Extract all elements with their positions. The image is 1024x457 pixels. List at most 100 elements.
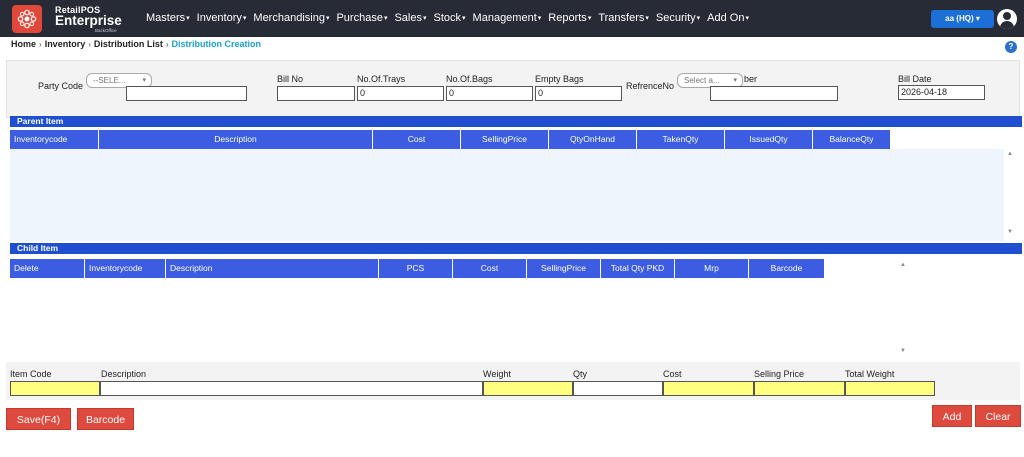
breadcrumb-distribution-list[interactable]: Distribution List (94, 39, 163, 49)
qty-input[interactable] (573, 381, 663, 396)
chevron-down-icon: ▾ (537, 15, 542, 22)
selling-price-label: Selling Price (754, 369, 805, 379)
menu-purchase[interactable]: Purchase▾ (336, 12, 387, 24)
menu-transfers[interactable]: Transfers▾ (598, 12, 649, 24)
column-header[interactable]: Cost (453, 259, 527, 278)
reference-no-input[interactable] (710, 86, 838, 101)
qty-label: Qty (573, 369, 588, 379)
party-code-label: Party Code (38, 81, 84, 91)
parent-item-grid-body (10, 149, 1004, 241)
weight-label: Weight (483, 369, 511, 379)
column-header[interactable]: Barcode (749, 259, 825, 278)
menu-label: Management (472, 12, 537, 24)
column-header[interactable]: SellingPrice (461, 130, 549, 149)
menu-label: Inventory (196, 12, 242, 24)
breadcrumb-current: Distribution Creation (171, 39, 262, 49)
total-weight-input[interactable] (845, 381, 935, 396)
menu-label: Transfers (598, 12, 645, 24)
menu-masters[interactable]: Masters▾ (146, 12, 190, 24)
main-menu: Masters▾ Inventory▾ Merchandising▾ Purch… (146, 12, 756, 24)
bags-label: No.Of.Bags (446, 74, 493, 84)
cost-input[interactable] (663, 381, 754, 396)
column-header[interactable]: Cost (373, 130, 461, 149)
chevron-down-icon: ▾ (696, 15, 701, 22)
chevron-right-icon: › (39, 39, 42, 49)
weight-input[interactable] (483, 381, 573, 396)
breadcrumb-home[interactable]: Home (11, 39, 36, 49)
bill-no-label: Bill No (277, 74, 304, 84)
help-icon[interactable]: ? (1005, 41, 1017, 53)
menu-label: Masters (146, 12, 186, 24)
parent-item-grid-header: Inventorycode Description Cost SellingPr… (10, 130, 891, 149)
column-header[interactable]: Delete (10, 259, 85, 278)
selling-price-input[interactable] (754, 381, 845, 396)
menu-inventory[interactable]: Inventory▾ (197, 12, 247, 24)
empty-bags-input[interactable]: 0 (535, 86, 622, 101)
column-header[interactable]: PCS (379, 259, 453, 278)
scroll-down-icon[interactable]: ▼ (1007, 229, 1013, 235)
store-selector-button[interactable]: aa (HQ) ▾ (931, 10, 994, 28)
bill-date-input[interactable]: 2026-04-18 (898, 85, 985, 100)
item-code-input[interactable] (10, 381, 100, 396)
brand-name-main: Enterprise (55, 13, 122, 28)
breadcrumb: Home › Inventory › Distribution List › D… (11, 39, 261, 49)
reference-select-value: Select a... (684, 76, 720, 85)
menu-label: Merchandising (253, 12, 325, 24)
chevron-down-icon: ▾ (383, 15, 388, 22)
bill-no-input[interactable] (277, 86, 355, 101)
chevron-down-icon: ▾ (186, 15, 190, 22)
menu-reports[interactable]: Reports▾ (548, 12, 591, 24)
column-header[interactable]: TakenQty (637, 130, 725, 149)
chevron-down-icon: ▾ (462, 15, 466, 22)
chevron-down-icon: ▾ (745, 15, 749, 22)
column-header[interactable]: QtyOnHand (549, 130, 637, 149)
column-header[interactable]: Total Qty PKD (601, 259, 675, 278)
column-header[interactable]: Description (99, 130, 373, 149)
save-button[interactable]: Save(F4) (6, 408, 71, 430)
child-item-grid-header: Delete Inventorycode Description PCS Cos… (10, 259, 825, 278)
menu-label: Purchase (336, 12, 383, 24)
top-navbar: RetailPOS Enterprise BackOffice Masters▾… (0, 0, 1024, 37)
column-header[interactable]: Inventorycode (10, 130, 99, 149)
clear-button[interactable]: Clear (975, 405, 1021, 427)
menu-add-on[interactable]: Add On▾ (707, 12, 749, 24)
menu-security[interactable]: Security▾ (656, 12, 700, 24)
bill-date-label: Bill Date (898, 74, 932, 84)
avatar-body (1000, 21, 1014, 29)
chevron-right-icon: › (88, 39, 91, 49)
item-code-label: Item Code (10, 369, 52, 379)
scroll-down-icon[interactable]: ▼ (900, 348, 906, 354)
child-item-section-bar: Child Item (10, 243, 1022, 254)
menu-sales[interactable]: Sales▾ (394, 12, 426, 24)
bags-input[interactable]: 0 (446, 86, 533, 101)
empty-bags-label: Empty Bags (535, 74, 584, 84)
breadcrumb-inventory[interactable]: Inventory (45, 39, 86, 49)
trays-label: No.Of.Trays (357, 74, 406, 84)
barcode-button[interactable]: Barcode (77, 408, 134, 430)
menu-management[interactable]: Management▾ (473, 12, 542, 24)
scroll-up-icon[interactable]: ▲ (900, 262, 906, 268)
column-header[interactable]: Description (166, 259, 379, 278)
column-header[interactable]: IssuedQty (725, 130, 813, 149)
party-code-select-value: --SELE... (93, 76, 126, 85)
brand-name-sub: BackOffice (95, 28, 117, 33)
menu-merchandising[interactable]: Merchandising▾ (253, 12, 329, 24)
menu-stock[interactable]: Stock▾ (434, 12, 466, 24)
menu-label: Add On (707, 12, 745, 24)
reference-no-label: RefrenceNo (626, 81, 675, 91)
menu-label: Reports (548, 12, 587, 24)
cost-label: Cost (663, 369, 682, 379)
brand-logo[interactable] (12, 5, 42, 33)
column-header[interactable]: BalanceQty (813, 130, 891, 149)
column-header[interactable]: SellingPrice (527, 259, 601, 278)
chevron-down-icon: ▾ (423, 15, 427, 22)
scroll-up-icon[interactable]: ▲ (1007, 151, 1013, 157)
user-avatar-icon[interactable] (997, 9, 1017, 29)
trays-input[interactable]: 0 (357, 86, 444, 101)
description-input[interactable] (100, 381, 483, 396)
add-button[interactable]: Add (932, 405, 972, 427)
column-header[interactable]: Inventorycode (85, 259, 166, 278)
party-code-input[interactable] (126, 86, 247, 101)
description-label: Description (101, 369, 147, 379)
column-header[interactable]: Mrp (675, 259, 749, 278)
